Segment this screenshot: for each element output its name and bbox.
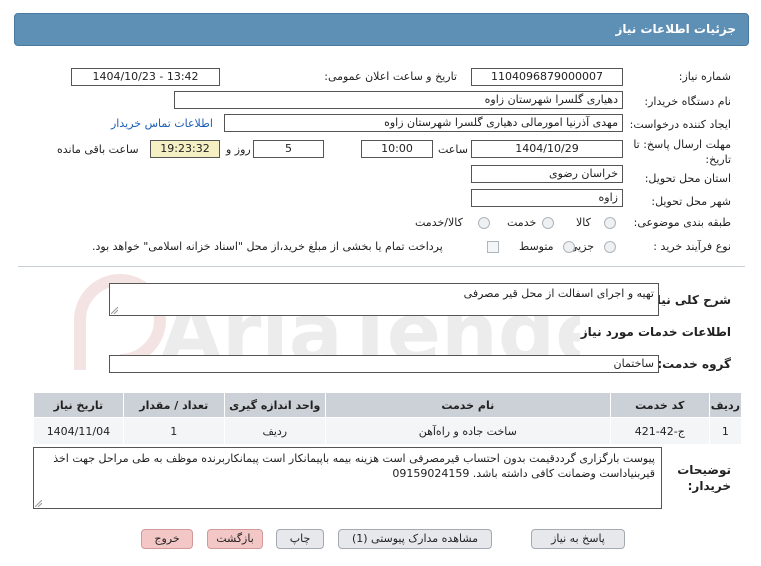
summary-text: تهیه و اجرای اسفالت از محل قیر مصرفی [463,287,654,300]
category-radio-goods[interactable] [604,217,616,229]
announce-field: 1404/10/23 - 13:42 [71,68,220,86]
province-label: استان محل تحویل: [644,172,731,185]
announce-label: تاریخ و ساعت اعلان عمومی: [324,70,457,83]
creator-field: مهدی آذرنیا امورمالی دهیاری گلسرا شهرستا… [224,114,623,132]
page-title: جزئیات اطلاعات نیاز [615,22,736,36]
col-header-quantity: تعداد / مقدار [122,392,225,418]
resize-handle-icon[interactable] [111,307,118,314]
buyer-contact-link[interactable]: اطلاعات تماس خریدار [111,117,213,130]
need-number-label: شماره نیاز: [678,70,731,83]
remaining-time-label: ساعت باقی مانده [57,143,139,156]
service-group-label: گروه خدمت: [657,357,731,371]
print-button[interactable]: چاپ [276,529,324,549]
col-header-date: تاریخ نیاز [33,392,124,418]
back-button[interactable]: بازگشت [207,529,263,549]
cell-unit: ردیف [223,417,326,445]
reply-button[interactable]: پاسخ به نیاز [531,529,625,549]
category-option-service: خدمت [507,216,537,229]
creator-label: ایجاد کننده درخواست: [629,118,731,131]
buyer-org-label: نام دستگاه خریدار: [644,95,731,108]
province-field: خراسان رضوی [471,165,623,183]
buyer-notes-text: پیوست بارگزاری گرددقیمت بدون احتساب قیرم… [53,452,655,480]
purchase-radio-medium[interactable] [563,241,575,253]
view-attachments-button[interactable]: مشاهده مدارک پیوستی (1) [338,529,492,549]
deadline-time-label: ساعت [438,143,468,156]
resize-handle-icon[interactable] [35,500,42,507]
category-label: طبقه بندی موضوعی: [633,216,731,229]
days-field: 5 [253,140,324,158]
remaining-time-field: 19:23:32 [150,140,220,158]
category-radio-goods-service[interactable] [478,217,490,229]
treasury-payment-checkbox[interactable] [487,241,499,253]
deadline-date-field: 1404/10/29 [471,140,623,158]
city-field: زاوه [471,189,623,207]
col-header-unit: واحد اندازه گیری [223,392,326,418]
service-group-field: ساختمان [109,355,659,373]
city-label: شهر محل تحویل: [651,195,731,208]
watermark-logo: AriaTender.neT [74,274,580,379]
purchase-type-label: نوع فرآیند خرید : [653,240,731,253]
cell-code: ج-42-421 [609,417,710,445]
cell-quantity: 1 [122,417,225,445]
col-header-name: نام خدمت [324,392,611,418]
services-section-title: اطلاعات خدمات مورد نیاز [580,325,731,339]
buyer-notes-label: توضیحات خریدار: [677,463,731,493]
deadline-label: مهلت ارسال پاسخ: تا تاریخ: [633,138,731,166]
need-number-field: 1104096879000007 [471,68,623,86]
divider [18,266,745,267]
cell-row: 1 [708,417,743,445]
purchase-radio-minor[interactable] [604,241,616,253]
page-header: جزئیات اطلاعات نیاز [14,13,749,46]
purchase-option-medium: متوسط [519,240,554,253]
summary-field: تهیه و اجرای اسفالت از محل قیر مصرفی [109,283,659,316]
days-label: روز و [226,143,251,156]
col-header-row: ردیف [708,392,743,418]
category-option-goods-service: کالا/خدمت [415,216,463,229]
category-radio-service[interactable] [542,217,554,229]
cell-name: ساخت جاده و راه‌آهن [324,417,611,445]
deadline-time-field: 10:00 [361,140,433,158]
services-table: ردیف کد خدمت نام خدمت واحد اندازه گیری ت… [33,392,743,445]
col-header-code: کد خدمت [609,392,710,418]
buyer-notes-field: پیوست بارگزاری گرددقیمت بدون احتساب قیرم… [33,447,662,509]
treasury-payment-note: پرداخت تمام یا بخشی از مبلغ خرید،از محل … [92,240,443,253]
table-row: 1 ج-42-421 ساخت جاده و راه‌آهن ردیف 1 14… [33,417,743,445]
cell-date: 1404/11/04 [33,417,124,445]
exit-button[interactable]: خروج [141,529,193,549]
category-option-goods: کالا [576,216,591,229]
buyer-org-field: دهیاری گلسرا شهرستان زاوه [174,91,623,109]
